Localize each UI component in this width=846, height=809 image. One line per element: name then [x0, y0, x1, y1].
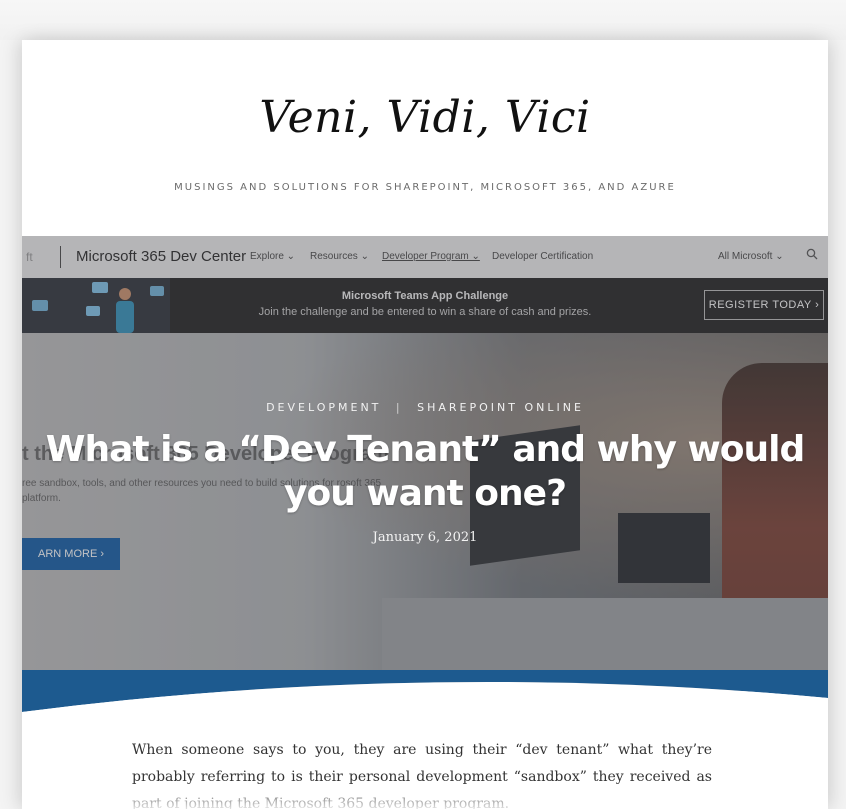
- hero-section: ft Microsoft 365 Dev Center Explore ⌄ Re…: [22, 236, 828, 691]
- post-categories: DEVELOPMENT | SHAREPOINT ONLINE: [22, 401, 828, 414]
- bottom-fade: [22, 782, 828, 809]
- category-separator: |: [395, 401, 403, 414]
- site-tagline: MUSINGS AND SOLUTIONS FOR SHAREPOINT, MI…: [174, 182, 676, 193]
- category-development[interactable]: DEVELOPMENT: [266, 401, 381, 414]
- post-date: January 6, 2021: [372, 530, 478, 545]
- hero-curve-divider: [22, 670, 828, 730]
- post-title: What is a “Dev Tenant” and why would you…: [45, 429, 805, 514]
- blog-page: Veni, Vidi, Vici MUSINGS AND SOLUTIONS F…: [22, 40, 828, 809]
- category-sharepoint-online[interactable]: SHAREPOINT ONLINE: [417, 401, 584, 414]
- site-title[interactable]: Veni, Vidi, Vici: [22, 92, 828, 143]
- browser-top-fade: [0, 0, 846, 40]
